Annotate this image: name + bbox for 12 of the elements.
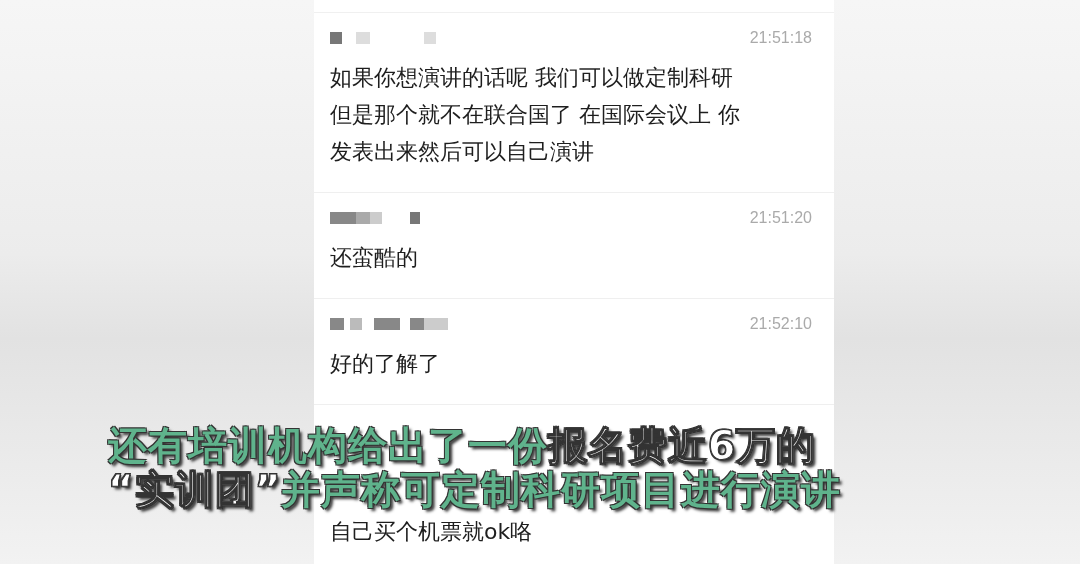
message-text-line: 发表出来然后可以自己演讲 [330,138,595,166]
message-text-line: 好的了解了 [330,350,441,378]
subtitle-text: 还有培训机构给出了一份 [108,423,548,468]
message-text-line: 但是那个就不在联合国了 在国际会议上 你 [330,101,741,129]
message-text-line: 还蛮酷的 [330,244,419,272]
message-time: 21:51:20 [749,209,812,227]
subtitle-text: “实训团” [108,467,282,512]
message-time: 21:51:18 [749,29,812,47]
message-time: 21:52:10 [749,315,812,333]
subtitle-text: 报名费近6万的 [548,423,817,468]
message-text-line: 自己买个机票就ok咯 [330,518,534,546]
message-text-line: 如果你想演讲的话呢 我们可以做定制科研 [330,64,734,92]
